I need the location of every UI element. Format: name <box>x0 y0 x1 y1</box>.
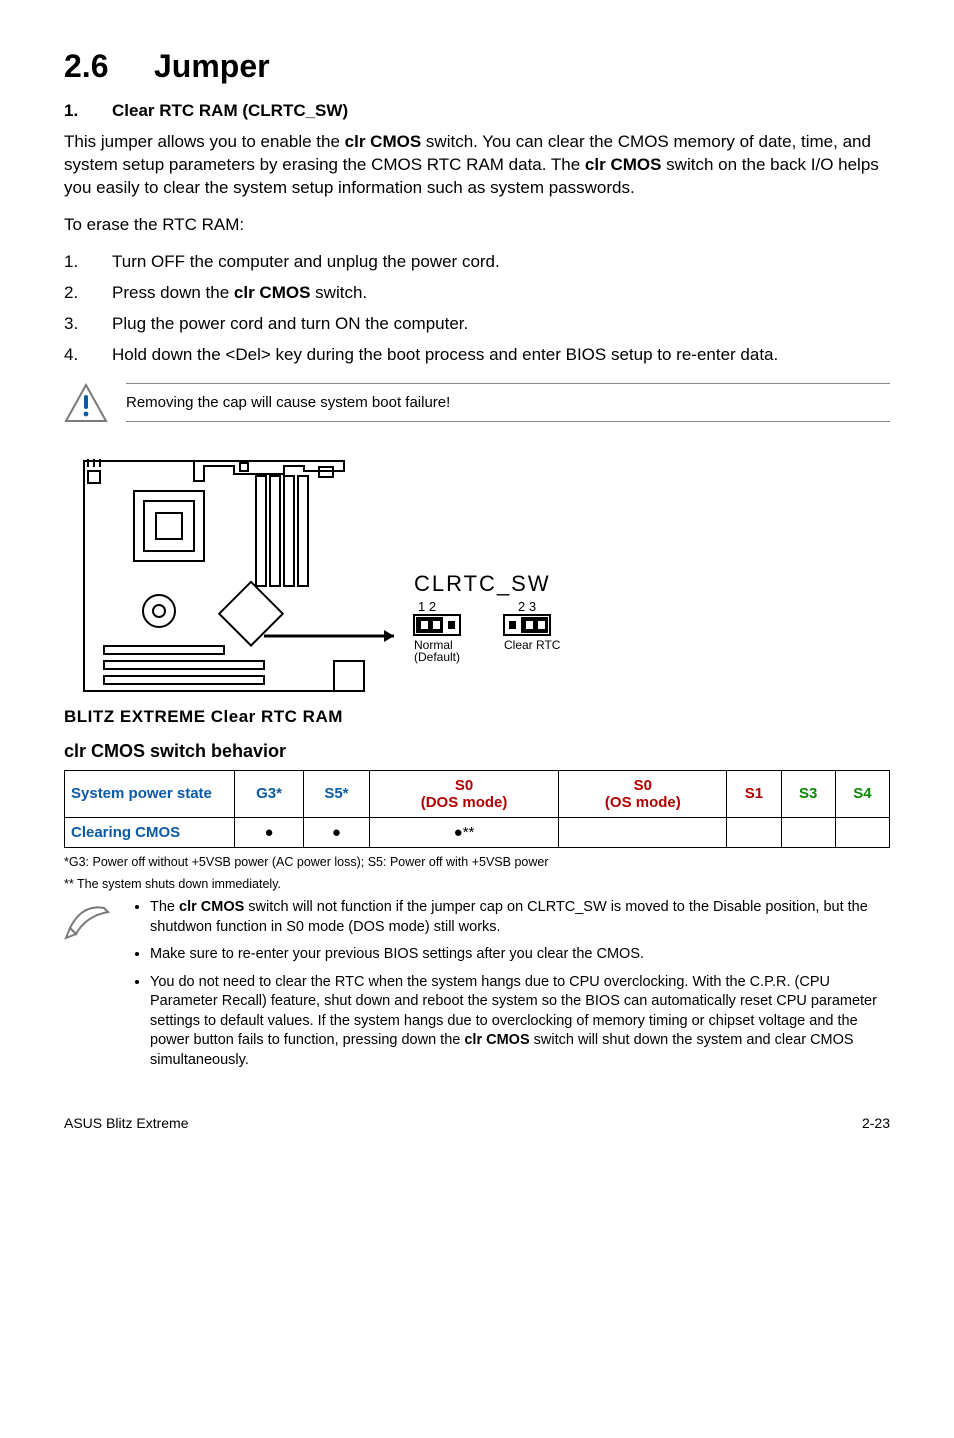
step-number: 1. <box>64 251 112 274</box>
table-cell: ●** <box>369 817 559 847</box>
behavior-heading: clr CMOS switch behavior <box>64 741 890 762</box>
right-pins: 2 3 <box>518 599 536 614</box>
pin-label: CLRTC_SW <box>414 571 551 596</box>
warning-text: Removing the cap will cause system boot … <box>126 384 890 421</box>
table-col: S5* <box>304 770 370 817</box>
table-cell <box>727 817 781 847</box>
table-cell <box>781 817 835 847</box>
subsection-title: Clear RTC RAM (CLRTC_SW) <box>112 101 348 120</box>
step-item: 2.Press down the clr CMOS switch. <box>64 282 890 305</box>
intro-paragraph: This jumper allows you to enable the clr… <box>64 131 890 200</box>
table-footnote: ** The system shuts down immediately. <box>64 876 890 892</box>
step-item: 4.Hold down the <Del> key during the boo… <box>64 344 890 367</box>
step-text: Turn OFF the computer and unplug the pow… <box>112 251 890 274</box>
table-cell: ● <box>235 817 304 847</box>
table-col: S0(OS mode) <box>559 770 727 817</box>
left-sub: (Default) <box>414 650 460 664</box>
section-title: Jumper <box>154 48 270 84</box>
step-number: 4. <box>64 344 112 367</box>
step-item: 3.Plug the power cord and turn ON the co… <box>64 313 890 336</box>
step-text: Hold down the <Del> key during the boot … <box>112 344 890 367</box>
table-col: S4 <box>835 770 889 817</box>
table-cell: ● <box>304 817 370 847</box>
row-label: Clearing CMOS <box>65 817 235 847</box>
cmos-table: System power state G3* S5* S0(DOS mode) … <box>64 770 890 848</box>
warning-icon <box>64 383 108 423</box>
subsection-heading: 1.Clear RTC RAM (CLRTC_SW) <box>64 101 890 121</box>
note-icon <box>64 898 114 940</box>
note-item: The clr CMOS switch will not function if… <box>150 898 890 937</box>
subsection-number: 1. <box>64 101 112 121</box>
footer-left: ASUS Blitz Extreme <box>64 1115 188 1131</box>
table-row: Clearing CMOS ● ● ●** <box>65 817 890 847</box>
section-heading: 2.6Jumper <box>64 48 890 85</box>
motherboard-diagram: CLRTC_SW 1 2 Normal (Default) 2 3 <box>64 441 890 727</box>
footer-right: 2-23 <box>862 1115 890 1131</box>
step-number: 2. <box>64 282 112 305</box>
warning-callout: Removing the cap will cause system boot … <box>64 383 890 423</box>
step-text: Plug the power cord and turn ON the comp… <box>112 313 890 336</box>
table-cell <box>835 817 889 847</box>
notes-callout: The clr CMOS switch will not function if… <box>64 898 890 1079</box>
divider <box>126 421 890 422</box>
table-col: S1 <box>727 770 781 817</box>
table-col: G3* <box>235 770 304 817</box>
left-pins: 1 2 <box>418 599 436 614</box>
right-mode: Clear RTC <box>504 638 561 652</box>
steps-list: 1.Turn OFF the computer and unplug the p… <box>64 251 890 367</box>
page-footer: ASUS Blitz Extreme 2-23 <box>64 1115 890 1131</box>
erase-lead: To erase the RTC RAM: <box>64 214 890 237</box>
note-item: Make sure to re-enter your previous BIOS… <box>150 945 890 965</box>
table-cell <box>559 817 727 847</box>
step-item: 1.Turn OFF the computer and unplug the p… <box>64 251 890 274</box>
diagram-caption: BLITZ EXTREME Clear RTC RAM <box>64 707 890 727</box>
table-head-rowlabel: System power state <box>65 770 235 817</box>
table-col: S3 <box>781 770 835 817</box>
step-text: Press down the clr CMOS switch. <box>112 282 890 305</box>
note-item: You do not need to clear the RTC when th… <box>150 973 890 1071</box>
step-number: 3. <box>64 313 112 336</box>
section-number: 2.6 <box>64 48 154 85</box>
table-footnote: *G3: Power off without +5VSB power (AC p… <box>64 854 890 870</box>
table-col: S0(DOS mode) <box>369 770 559 817</box>
